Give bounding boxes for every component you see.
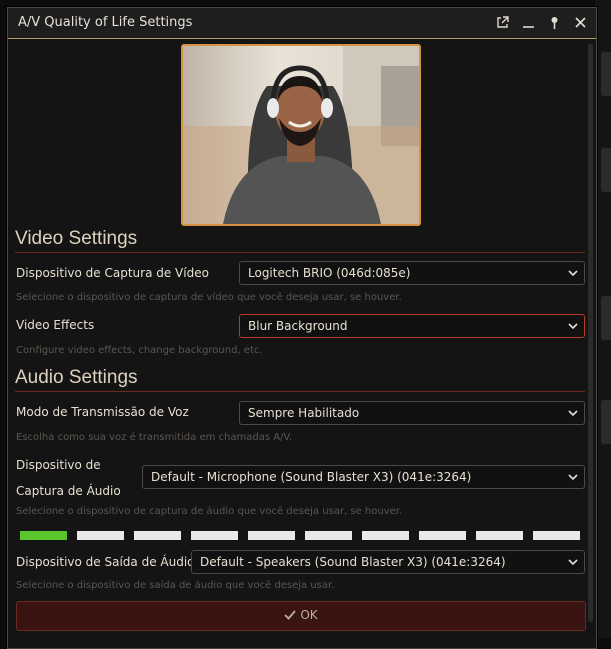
video-capture-device-select[interactable]: Logitech BRIO (046d:085e): [239, 261, 585, 285]
background-tab: [601, 400, 611, 444]
level-meter-segment: [20, 531, 67, 540]
window-titlebar[interactable]: A/V Quality of Life Settings: [8, 8, 596, 39]
window-title: A/V Quality of Life Settings: [18, 15, 193, 30]
audio-output-device-label: Dispositivo de Saída de Áudio: [16, 555, 195, 569]
chevron-down-icon: [568, 323, 578, 330]
scrollbar-thumb[interactable]: [588, 44, 593, 622]
checkmark-icon: [284, 610, 297, 620]
audio-capture-device-value: Default - Microphone (Sound Blaster X3) …: [151, 470, 472, 484]
video-capture-device-value: Logitech BRIO (046d:085e): [248, 266, 411, 280]
minimize-icon[interactable]: [520, 14, 536, 30]
voice-transmission-mode-hint: Escolha como sua voz é transmitida em ch…: [16, 432, 293, 443]
audio-settings-heading: Audio Settings: [15, 367, 138, 388]
background-tab: [601, 296, 611, 340]
chevron-down-icon: [568, 410, 578, 417]
video-capture-device-label: Dispositivo de Captura de Vídeo: [16, 266, 209, 280]
background-tab: [601, 52, 611, 96]
popout-icon[interactable]: [494, 14, 510, 30]
audio-capture-device-label-line2: Captura de Áudio: [16, 484, 121, 498]
section-divider: [15, 391, 585, 392]
background-tab: [601, 148, 611, 192]
chevron-down-icon: [568, 559, 578, 566]
voice-transmission-mode-label: Modo de Transmissão de Voz: [16, 405, 189, 419]
level-meter-segment: [248, 531, 295, 540]
level-meter-segment: [191, 531, 238, 540]
audio-output-device-select[interactable]: Default - Speakers (Sound Blaster X3) (0…: [191, 550, 585, 574]
video-settings-heading: Video Settings: [15, 228, 138, 249]
level-meter-segment: [305, 531, 352, 540]
webcam-preview: [181, 44, 421, 226]
dialog-scrollbar[interactable]: [588, 44, 594, 622]
ok-button[interactable]: OK: [16, 601, 586, 631]
audio-capture-device-select[interactable]: Default - Microphone (Sound Blaster X3) …: [142, 465, 585, 489]
voice-transmission-mode-select[interactable]: Sempre Habilitado: [239, 401, 585, 425]
video-effects-value: Blur Background: [248, 319, 348, 333]
section-divider: [15, 252, 585, 253]
video-effects-select[interactable]: Blur Background: [239, 314, 585, 338]
chevron-down-icon: [568, 474, 578, 481]
ok-button-label: OK: [300, 608, 318, 622]
level-meter-segment: [533, 531, 580, 540]
close-icon[interactable]: [572, 14, 588, 30]
level-meter-segment: [362, 531, 409, 540]
level-meter-segment: [77, 531, 124, 540]
level-meter-segment: [419, 531, 466, 540]
audio-output-device-hint: Selecione o dispositivo de saída de áudi…: [16, 580, 335, 591]
level-meter-segment: [134, 531, 181, 540]
window-controls: [494, 14, 588, 30]
video-capture-device-hint: Selecione o dispositivo de captura de ví…: [16, 292, 402, 303]
pin-icon[interactable]: [546, 14, 562, 30]
audio-capture-device-label-line1: Dispositivo de: [16, 458, 101, 472]
video-effects-hint: Configure video effects, change backgrou…: [16, 345, 263, 356]
audio-output-device-value: Default - Speakers (Sound Blaster X3) (0…: [200, 555, 506, 569]
audio-input-level-meter: [20, 531, 580, 540]
level-meter-segment: [476, 531, 523, 540]
audio-capture-device-hint: Selecione o dispositivo de captura de áu…: [16, 506, 403, 517]
voice-transmission-mode-value: Sempre Habilitado: [248, 406, 360, 420]
video-effects-label: Video Effects: [16, 318, 95, 332]
av-settings-window: A/V Quality of Life Settings Video Setti…: [7, 7, 597, 649]
chevron-down-icon: [568, 270, 578, 277]
